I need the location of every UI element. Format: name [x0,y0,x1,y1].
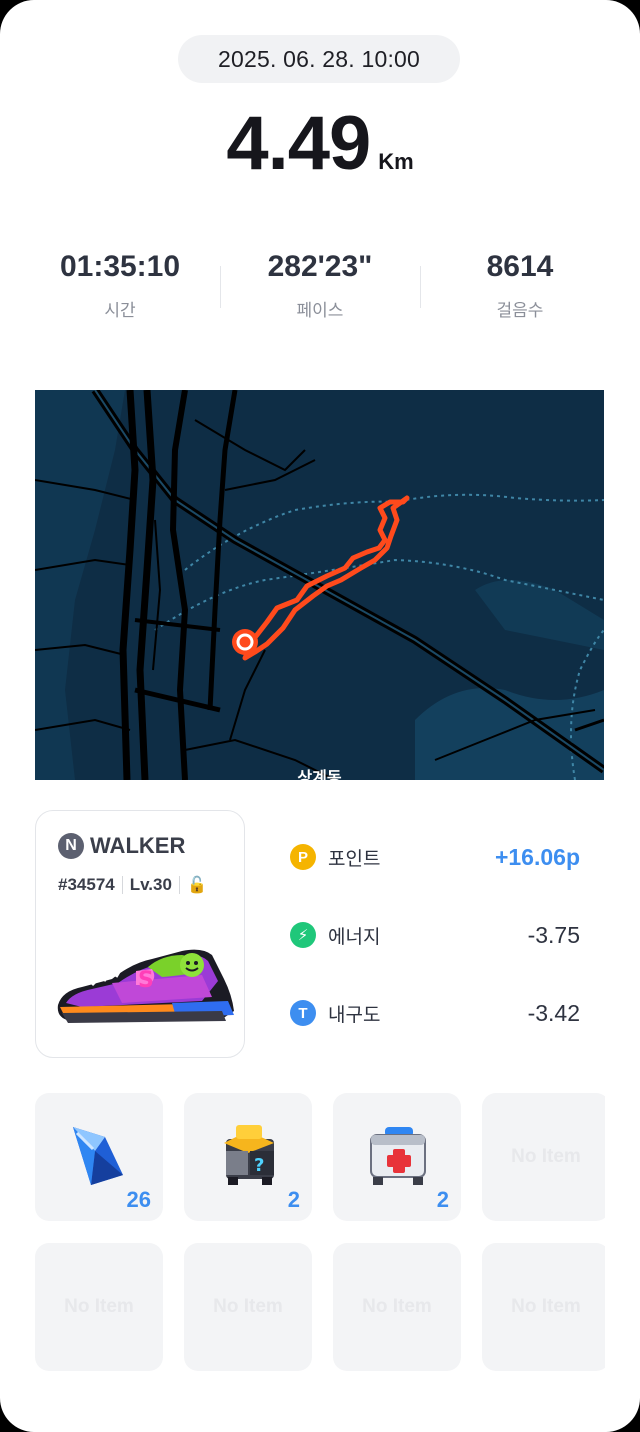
empty-slot-label: No Item [511,1146,581,1167]
blue-gem-icon [73,1127,123,1185]
nft-meta: #34574 Lv.30 🔓 [58,875,207,895]
item-slot-empty: No Item [482,1243,605,1371]
distance-display: 4.49 Km [0,100,640,190]
distance-unit: Km [378,149,414,174]
meta-divider [121,876,123,894]
item-slot-first-aid[interactable]: 2 [333,1093,461,1221]
item-count: 2 [436,1187,449,1212]
nft-level: Lv.30 [129,875,172,894]
stat-steps-label: 걸음수 [496,301,544,320]
map-place-label: 상계동 [297,770,342,780]
energy-icon: ⚡ [290,922,316,948]
reward-name: 에너지 [328,926,381,948]
reward-row-point: P 포인트 +16.06p [290,835,580,879]
reward-amount: -3.42 [527,999,580,1026]
empty-slot-label: No Item [362,1296,432,1317]
lock-icon: 🔓 [186,877,207,894]
nft-shoe-card[interactable]: N WALKER #34574 Lv.30 🔓 S [35,810,245,1058]
route-start-marker [232,629,258,655]
distance-value: 4.49 [226,101,371,186]
run-stats: 01:35:10 시간 282'23" 페이스 8614 걸음수 [20,250,620,330]
empty-slot-label: No Item [511,1296,581,1317]
item-count: 26 [126,1187,151,1212]
brand: N WALKER [58,833,185,859]
route-map[interactable]: 상계동 [35,390,604,780]
first-aid-kit-icon [370,1127,426,1185]
stat-pace-value: 282'23" [267,250,373,283]
svg-text:?: ? [254,1155,264,1176]
stat-steps-value: 8614 [486,250,554,283]
mystery-box-icon: ? [224,1125,274,1185]
reward-amount: -3.75 [527,921,580,948]
nft-id: #34574 [58,875,115,894]
date-time-pill: 2025. 06. 28. 10:00 [178,35,460,83]
reward-amount: +16.06p [494,843,580,870]
run-summary-card: 2025. 06. 28. 10:00 4.49 Km 01:35:10 시간 … [0,0,640,1432]
empty-slot-label: No Item [64,1296,134,1317]
item-grid: 26 ? 2 2 No Item No Item No Item No Item… [35,1093,605,1373]
item-slot-empty: No Item [333,1243,461,1371]
reward-row-durability: T 내구도 -3.42 [290,991,580,1035]
item-count: 2 [287,1187,300,1212]
item-slot-mystery-box[interactable]: ? 2 [184,1093,312,1221]
reward-name: 포인트 [328,848,381,870]
item-slot-empty: No Item [35,1243,163,1371]
reward-name: 내구도 [328,1004,381,1026]
item-slot-gem[interactable]: 26 [35,1093,163,1221]
empty-slot-label: No Item [213,1296,283,1317]
point-icon: P [290,844,316,870]
meta-divider [178,876,180,894]
run-datetime: 2025. 06. 28. 10:00 [217,45,421,72]
stat-time: 01:35:10 시간 [20,250,220,330]
brand-name: WALKER [90,833,186,858]
walker-logo-icon: N [58,833,84,859]
durability-icon: T [290,1000,316,1026]
stat-time-value: 01:35:10 [59,250,181,283]
sneaker-icon: S [57,949,235,1023]
item-slot-empty: No Item [184,1243,312,1371]
stat-steps: 8614 걸음수 [420,250,620,330]
map-canvas [35,390,604,780]
stat-pace-label: 페이스 [296,301,344,320]
stat-time-label: 시간 [104,301,136,320]
reward-row-energy: ⚡ 에너지 -3.75 [290,913,580,957]
item-slot-empty: No Item [482,1093,605,1221]
stat-pace: 282'23" 페이스 [220,250,420,330]
svg-text:S: S [138,968,154,993]
